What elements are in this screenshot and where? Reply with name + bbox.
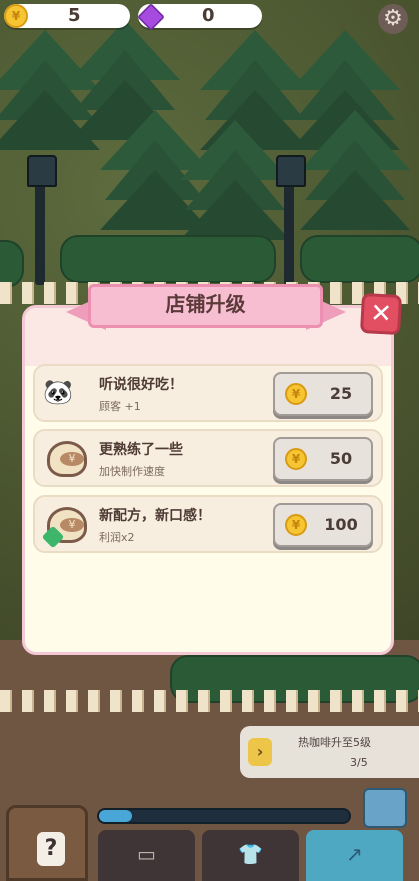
- coin-icon: ¥: [4, 4, 28, 28]
- quest-title: 热咖啡升至5级: [298, 736, 371, 749]
- upgrade-price: 100: [324, 515, 358, 534]
- buy-upgrade-button[interactable]: ¥ 25: [273, 372, 373, 416]
- coin-count: 5: [68, 5, 81, 26]
- hedge: [300, 235, 419, 283]
- upgrade-desc: 利润x2: [99, 531, 135, 544]
- upgrade-row: ¥ 更熟练了一些 加快制作速度 ¥ 50: [33, 429, 383, 487]
- upgrade-row: 🐼 听说很好吃！ 顾客 +1 ¥ 25: [33, 364, 383, 422]
- coin-counter: ¥ 5: [4, 4, 130, 28]
- gear-icon[interactable]: ⚙: [378, 4, 408, 34]
- hedge: [0, 240, 24, 288]
- close-button[interactable]: ✕: [359, 292, 403, 336]
- dialog-title: 店铺升级: [165, 292, 246, 316]
- level-progress-bar: [97, 808, 351, 824]
- trend-up-icon: ↗: [346, 842, 363, 866]
- question-icon: ?: [37, 832, 65, 866]
- quest-panel[interactable]: › 热咖啡升至5级 3/5: [240, 726, 419, 778]
- buy-upgrade-button[interactable]: ¥ 50: [273, 437, 373, 481]
- upgrade-price: 50: [329, 449, 353, 468]
- level-progress-fill: [99, 810, 132, 822]
- delivery-truck-icon[interactable]: [363, 788, 407, 828]
- coffee-cup-icon: ¥: [43, 437, 93, 479]
- buy-upgrade-button[interactable]: ¥ 100: [273, 503, 373, 547]
- upgrade-row: ¥ 新配方，新口感！ 利润x2 ¥ 100: [33, 495, 383, 553]
- gem-counter: 0: [137, 3, 262, 31]
- upgrade-desc: 加快制作速度: [99, 465, 165, 478]
- shirt-icon: 👕: [238, 842, 263, 866]
- coin-icon: ¥: [285, 514, 307, 536]
- coffee-cup-tag-icon: ¥: [41, 503, 93, 549]
- upgrade-title: 听说很好吃！: [99, 377, 183, 393]
- pets-icon: 🐼: [43, 378, 73, 406]
- mystery-booth[interactable]: ?: [6, 805, 88, 881]
- coin-icon: ¥: [285, 448, 307, 470]
- gem-count: 0: [202, 5, 215, 26]
- quest-progress: 3/5: [350, 756, 368, 769]
- street-lamp: [276, 155, 306, 285]
- coin-icon: ¥: [285, 383, 307, 405]
- hedge: [60, 235, 276, 283]
- upgrade-price: 25: [329, 384, 353, 403]
- close-icon: ✕: [369, 298, 393, 330]
- chevron-right-icon: ›: [248, 738, 272, 766]
- fence: [0, 690, 419, 712]
- upgrade-title: 新配方，新口感！: [99, 508, 211, 524]
- upgrade-desc: 顾客 +1: [99, 400, 141, 413]
- menu-button[interactable]: ▭: [98, 830, 195, 881]
- street-lamp: [27, 155, 57, 285]
- menu-card-icon: ▭: [137, 842, 156, 866]
- upgrade-title: 更熟练了一些: [99, 442, 183, 458]
- outfit-button[interactable]: 👕: [202, 830, 299, 881]
- upgrade-tab-button[interactable]: ↗: [306, 830, 403, 881]
